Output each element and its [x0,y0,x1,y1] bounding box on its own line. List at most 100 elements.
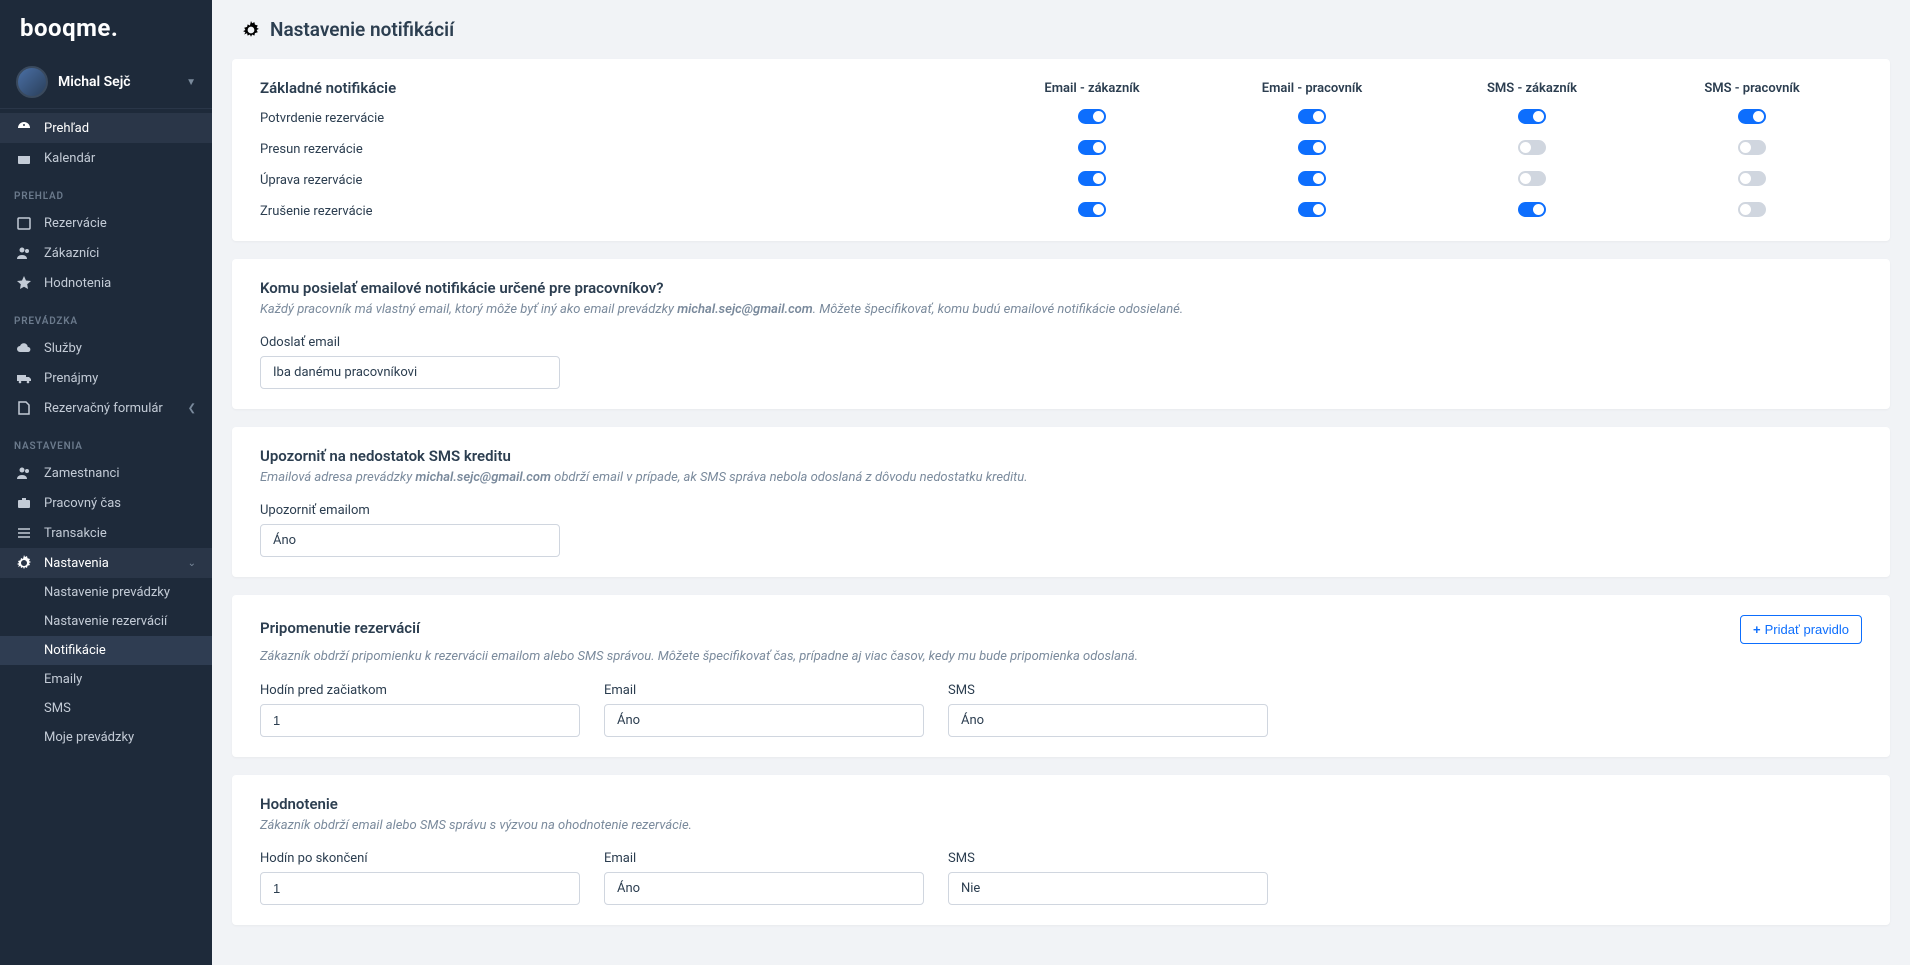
col-sms-customer: SMS - zákazník [1422,81,1642,96]
page-title: Nastavenie notifikácií [270,18,454,41]
briefcase-icon [16,495,32,511]
send-email-select[interactable]: Iba danému pracovníkovi [260,356,560,389]
toggle-edit-email-work[interactable] [1298,171,1326,186]
toggle-edit-email-cust[interactable] [1078,171,1106,186]
toggle-edit-sms-work[interactable] [1738,171,1766,186]
reminder-email-label: Email [604,683,924,698]
col-sms-worker: SMS - pracovník [1642,81,1862,96]
card-title: Hodnotenie [260,795,1862,813]
nav-label: Prenájmy [44,371,98,386]
nav-label: Zákazníci [44,246,99,261]
rating-sms-label: SMS [948,851,1268,866]
hours-before-input[interactable] [260,704,580,737]
card-title: Pripomenutie rezervácií [260,619,420,637]
page-header: Nastavenie notifikácií [212,0,1910,59]
send-email-label: Odoslať email [260,335,1862,350]
nav-rezervacny-formular[interactable]: Rezervačný formulár ❮ [0,393,212,423]
toggle-cancel-email-cust[interactable] [1078,202,1106,217]
col-email-worker: Email - pracovník [1202,81,1422,96]
users-icon [16,465,32,481]
nav-pracovny-cas[interactable]: Pracovný čas [0,488,212,518]
toggle-cancel-sms-work[interactable] [1738,202,1766,217]
add-rule-button[interactable]: + Pridať pravidlo [1740,615,1862,644]
nav-prenajmy[interactable]: Prenájmy [0,363,212,393]
nav-label: Kalendár [44,151,95,166]
nav-rezervacie[interactable]: Rezervácie [0,208,212,238]
plus-icon: + [1753,622,1761,637]
toggle-move-sms-cust[interactable] [1518,140,1546,155]
toggle-confirm-sms-cust[interactable] [1518,109,1546,124]
notify-email-select[interactable]: Áno [260,524,560,557]
nav-label: Nastavenie rezervácií [44,614,167,629]
cloud-icon [16,340,32,356]
nav-zakaznici[interactable]: Zákazníci [0,238,212,268]
card-desc: Každý pracovník má vlastný email, ktorý … [260,301,1862,319]
reminder-sms-select[interactable]: Áno [948,704,1268,737]
sms-credit-card: Upozorniť na nedostatok SMS kreditu Emai… [232,427,1890,577]
truck-icon [16,370,32,386]
nav-sluzby[interactable]: Služby [0,333,212,363]
toggle-move-email-work[interactable] [1298,140,1326,155]
nav-sub-nastavenie-prevadzky[interactable]: Nastavenie prevádzky [0,578,212,607]
nav-nastavenia[interactable]: Nastavenia ⌄ [0,548,212,578]
file-icon [16,400,32,416]
main-content: Nastavenie notifikácií Základné notifiká… [212,0,1910,965]
nav-heading-nastavenia: NASTAVENIA [0,431,212,458]
nav-heading-prehlad: PREHĽAD [0,181,212,208]
rating-card: Hodnotenie Zákazník obdrží email alebo S… [232,775,1890,925]
rating-sms-select[interactable]: Nie [948,872,1268,905]
nav-sub-notifikacie[interactable]: Notifikácie [0,636,212,665]
toggle-confirm-sms-work[interactable] [1738,109,1766,124]
list-icon [16,525,32,541]
toggle-confirm-email-work[interactable] [1298,109,1326,124]
gear-icon [242,21,260,39]
star-icon [16,275,32,291]
gear-icon [16,555,32,571]
nav-kalendar[interactable]: Kalendár [0,143,212,173]
toggle-cancel-email-work[interactable] [1298,202,1326,217]
card-title: Komu posielať emailové notifikácie určen… [260,279,1862,297]
row-label: Úprava rezervácie [260,173,982,188]
nav-sub-nastavenie-rezervacii[interactable]: Nastavenie rezervácií [0,607,212,636]
reminder-sms-label: SMS [948,683,1268,698]
nav-sub-sms[interactable]: SMS [0,694,212,723]
nav-label: SMS [44,701,71,716]
nav-label: Nastavenie prevádzky [44,585,170,600]
calendar-event-icon [16,215,32,231]
basic-notifications-card: Základné notifikácie Email - zákazník Em… [232,59,1890,241]
toggle-confirm-email-cust[interactable] [1078,109,1106,124]
col-email-customer: Email - zákazník [982,81,1202,96]
nav-label: Pracovný čas [44,496,121,511]
nav-label: Prehľad [44,121,89,136]
user-dropdown[interactable]: Michal Sejč ▼ [0,56,212,109]
nav-sub-moje-prevadzky[interactable]: Moje prevádzky [0,723,212,752]
nav-label: Rezervácie [44,216,107,231]
toggle-move-sms-work[interactable] [1738,140,1766,155]
hours-before-label: Hodín pred začiatkom [260,683,580,698]
calendar-icon [16,150,32,166]
nav-zamestnanci[interactable]: Zamestnanci [0,458,212,488]
nav-label: Emaily [44,672,82,687]
nav-label: Rezervačný formulár [44,401,163,416]
card-desc: Emailová adresa prevádzky michal.sejc@gm… [260,469,1862,487]
hours-after-label: Hodín po skončení [260,851,580,866]
hours-after-input[interactable] [260,872,580,905]
nav-hodnotenia[interactable]: Hodnotenia [0,268,212,298]
chevron-down-icon: ⌄ [188,558,196,569]
nav-prehlad[interactable]: Prehľad [0,113,212,143]
chevron-left-icon: ❮ [188,403,196,414]
toggle-edit-sms-cust[interactable] [1518,171,1546,186]
card-desc: Zákazník obdrží email alebo SMS správu s… [260,817,1862,835]
toggle-move-email-cust[interactable] [1078,140,1106,155]
nav-transakcie[interactable]: Transakcie [0,518,212,548]
nav-label: Zamestnanci [44,466,120,481]
reminder-email-select[interactable]: Áno [604,704,924,737]
user-name: Michal Sejč [58,74,176,90]
dashboard-icon [16,120,32,136]
nav-label: Hodnotenia [44,276,111,291]
rating-email-select[interactable]: Áno [604,872,924,905]
card-desc: Zákazník obdrží pripomienku k rezervácii… [260,648,1862,666]
row-label: Potvrdenie rezervácie [260,111,982,126]
nav-sub-emaily[interactable]: Emaily [0,665,212,694]
toggle-cancel-sms-cust[interactable] [1518,202,1546,217]
